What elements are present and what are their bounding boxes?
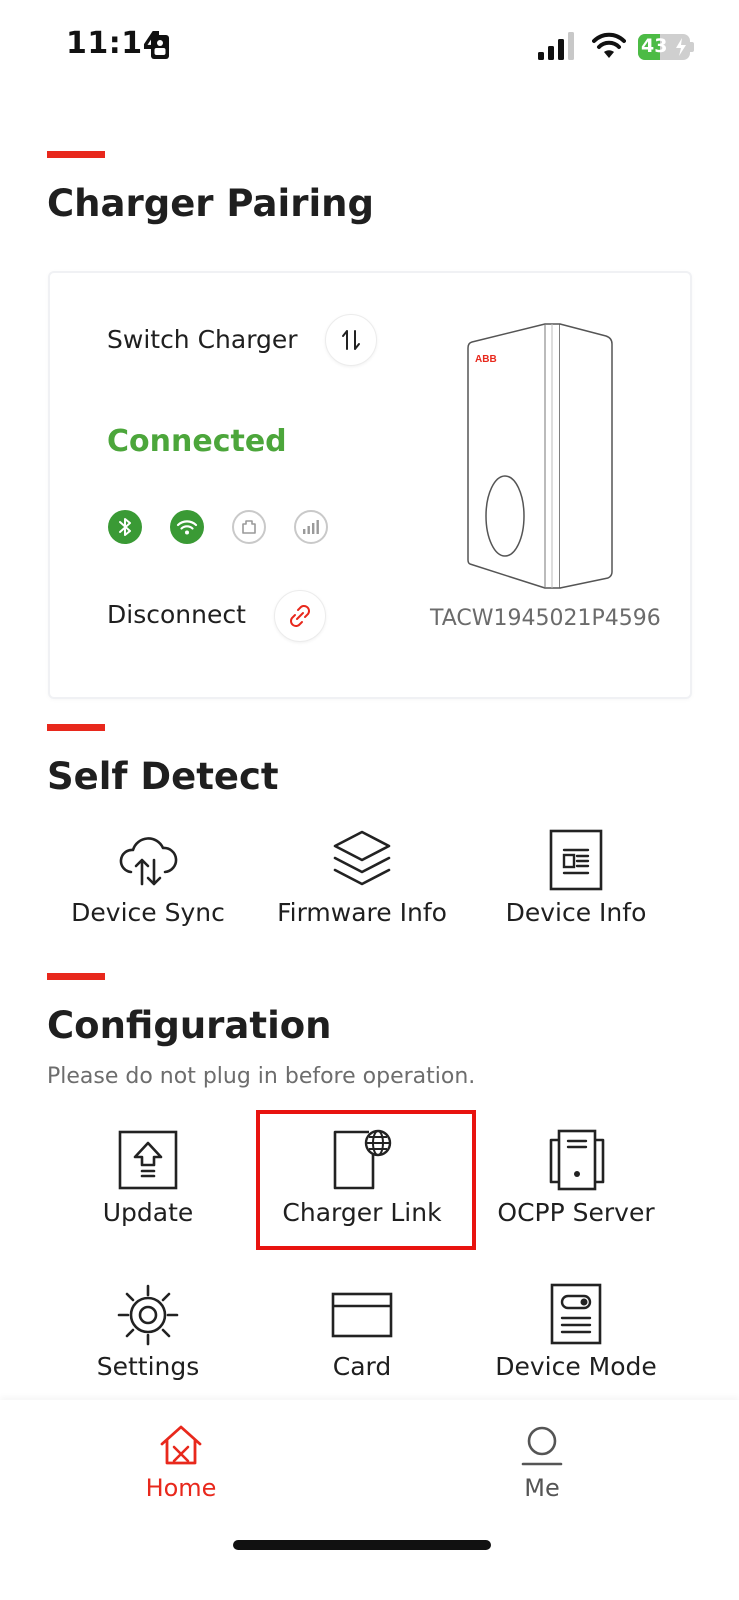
self-detect-title: Self Detect [47,755,279,798]
device-info-button[interactable]: Device Info [471,828,681,958]
device-info-label: Device Info [505,898,647,927]
configuration-warning: Please do not plug in before operation. [47,1064,476,1089]
sim-card-icon [151,35,169,59]
battery-charging-icon: 43 [638,34,690,60]
settings-button[interactable]: Settings [43,1282,253,1412]
user-icon [521,1426,563,1466]
card-button[interactable]: Card [257,1282,467,1412]
home-indicator [233,1540,491,1550]
card-label: Card [332,1352,392,1381]
cellular-icon [294,510,328,544]
gear-icon [117,1284,179,1346]
ocpp-server-button[interactable]: OCPP Server [471,1128,681,1258]
device-mode-button[interactable]: Device Mode [471,1282,681,1412]
settings-label: Settings [96,1352,200,1381]
home-icon [160,1425,202,1465]
unlink-icon [290,605,310,627]
document-icon [549,829,603,891]
swap-arrows-icon [342,330,360,350]
disconnect-label: Disconnect [107,600,246,629]
device-mode-label: Device Mode [495,1352,657,1381]
server-icon [549,1129,605,1191]
card-icon [331,1292,393,1338]
bluetooth-icon [108,510,142,544]
abb-logo: ABB [475,354,497,365]
wifi-status-icon [170,510,204,544]
layers-icon [333,830,391,886]
firmware-info-button[interactable]: Firmware Info [257,828,467,958]
firmware-info-label: Firmware Info [277,898,447,927]
pairing-title: Charger Pairing [47,182,374,225]
connection-status: Connected [107,424,287,459]
charger-serial-number: TACW1945021P4596 [430,606,661,631]
charger-link-label: Charger Link [282,1198,442,1227]
ocpp-server-label: OCPP Server [497,1198,655,1227]
section-accent-bar [47,151,105,158]
tab-me-label: Me [524,1474,560,1502]
switch-charger-button[interactable] [325,314,377,366]
section-accent-bar [47,724,105,731]
tab-me[interactable]: Me [442,1422,642,1512]
cloud-sync-icon [119,837,178,886]
wifi-icon [592,32,626,58]
charger-device-illustration: ABB [467,323,613,589]
device-sync-label: Device Sync [71,898,225,927]
battery-cap [690,42,694,52]
ethernet-icon [232,510,266,544]
configuration-title: Configuration [47,1004,332,1047]
update-button[interactable]: Update [43,1128,253,1258]
device-mode-icon [550,1283,602,1345]
tab-home[interactable]: Home [81,1422,281,1512]
globe-link-icon [333,1129,392,1190]
section-accent-bar [47,973,105,980]
disconnect-button[interactable] [274,590,326,642]
update-label: Update [102,1198,194,1227]
charger-link-button[interactable]: Charger Link [257,1128,467,1258]
upload-icon [118,1130,178,1190]
switch-charger-label: Switch Charger [107,325,298,354]
tab-home-label: Home [145,1474,217,1502]
signal-icon [538,32,574,60]
device-sync-button[interactable]: Device Sync [43,828,253,958]
